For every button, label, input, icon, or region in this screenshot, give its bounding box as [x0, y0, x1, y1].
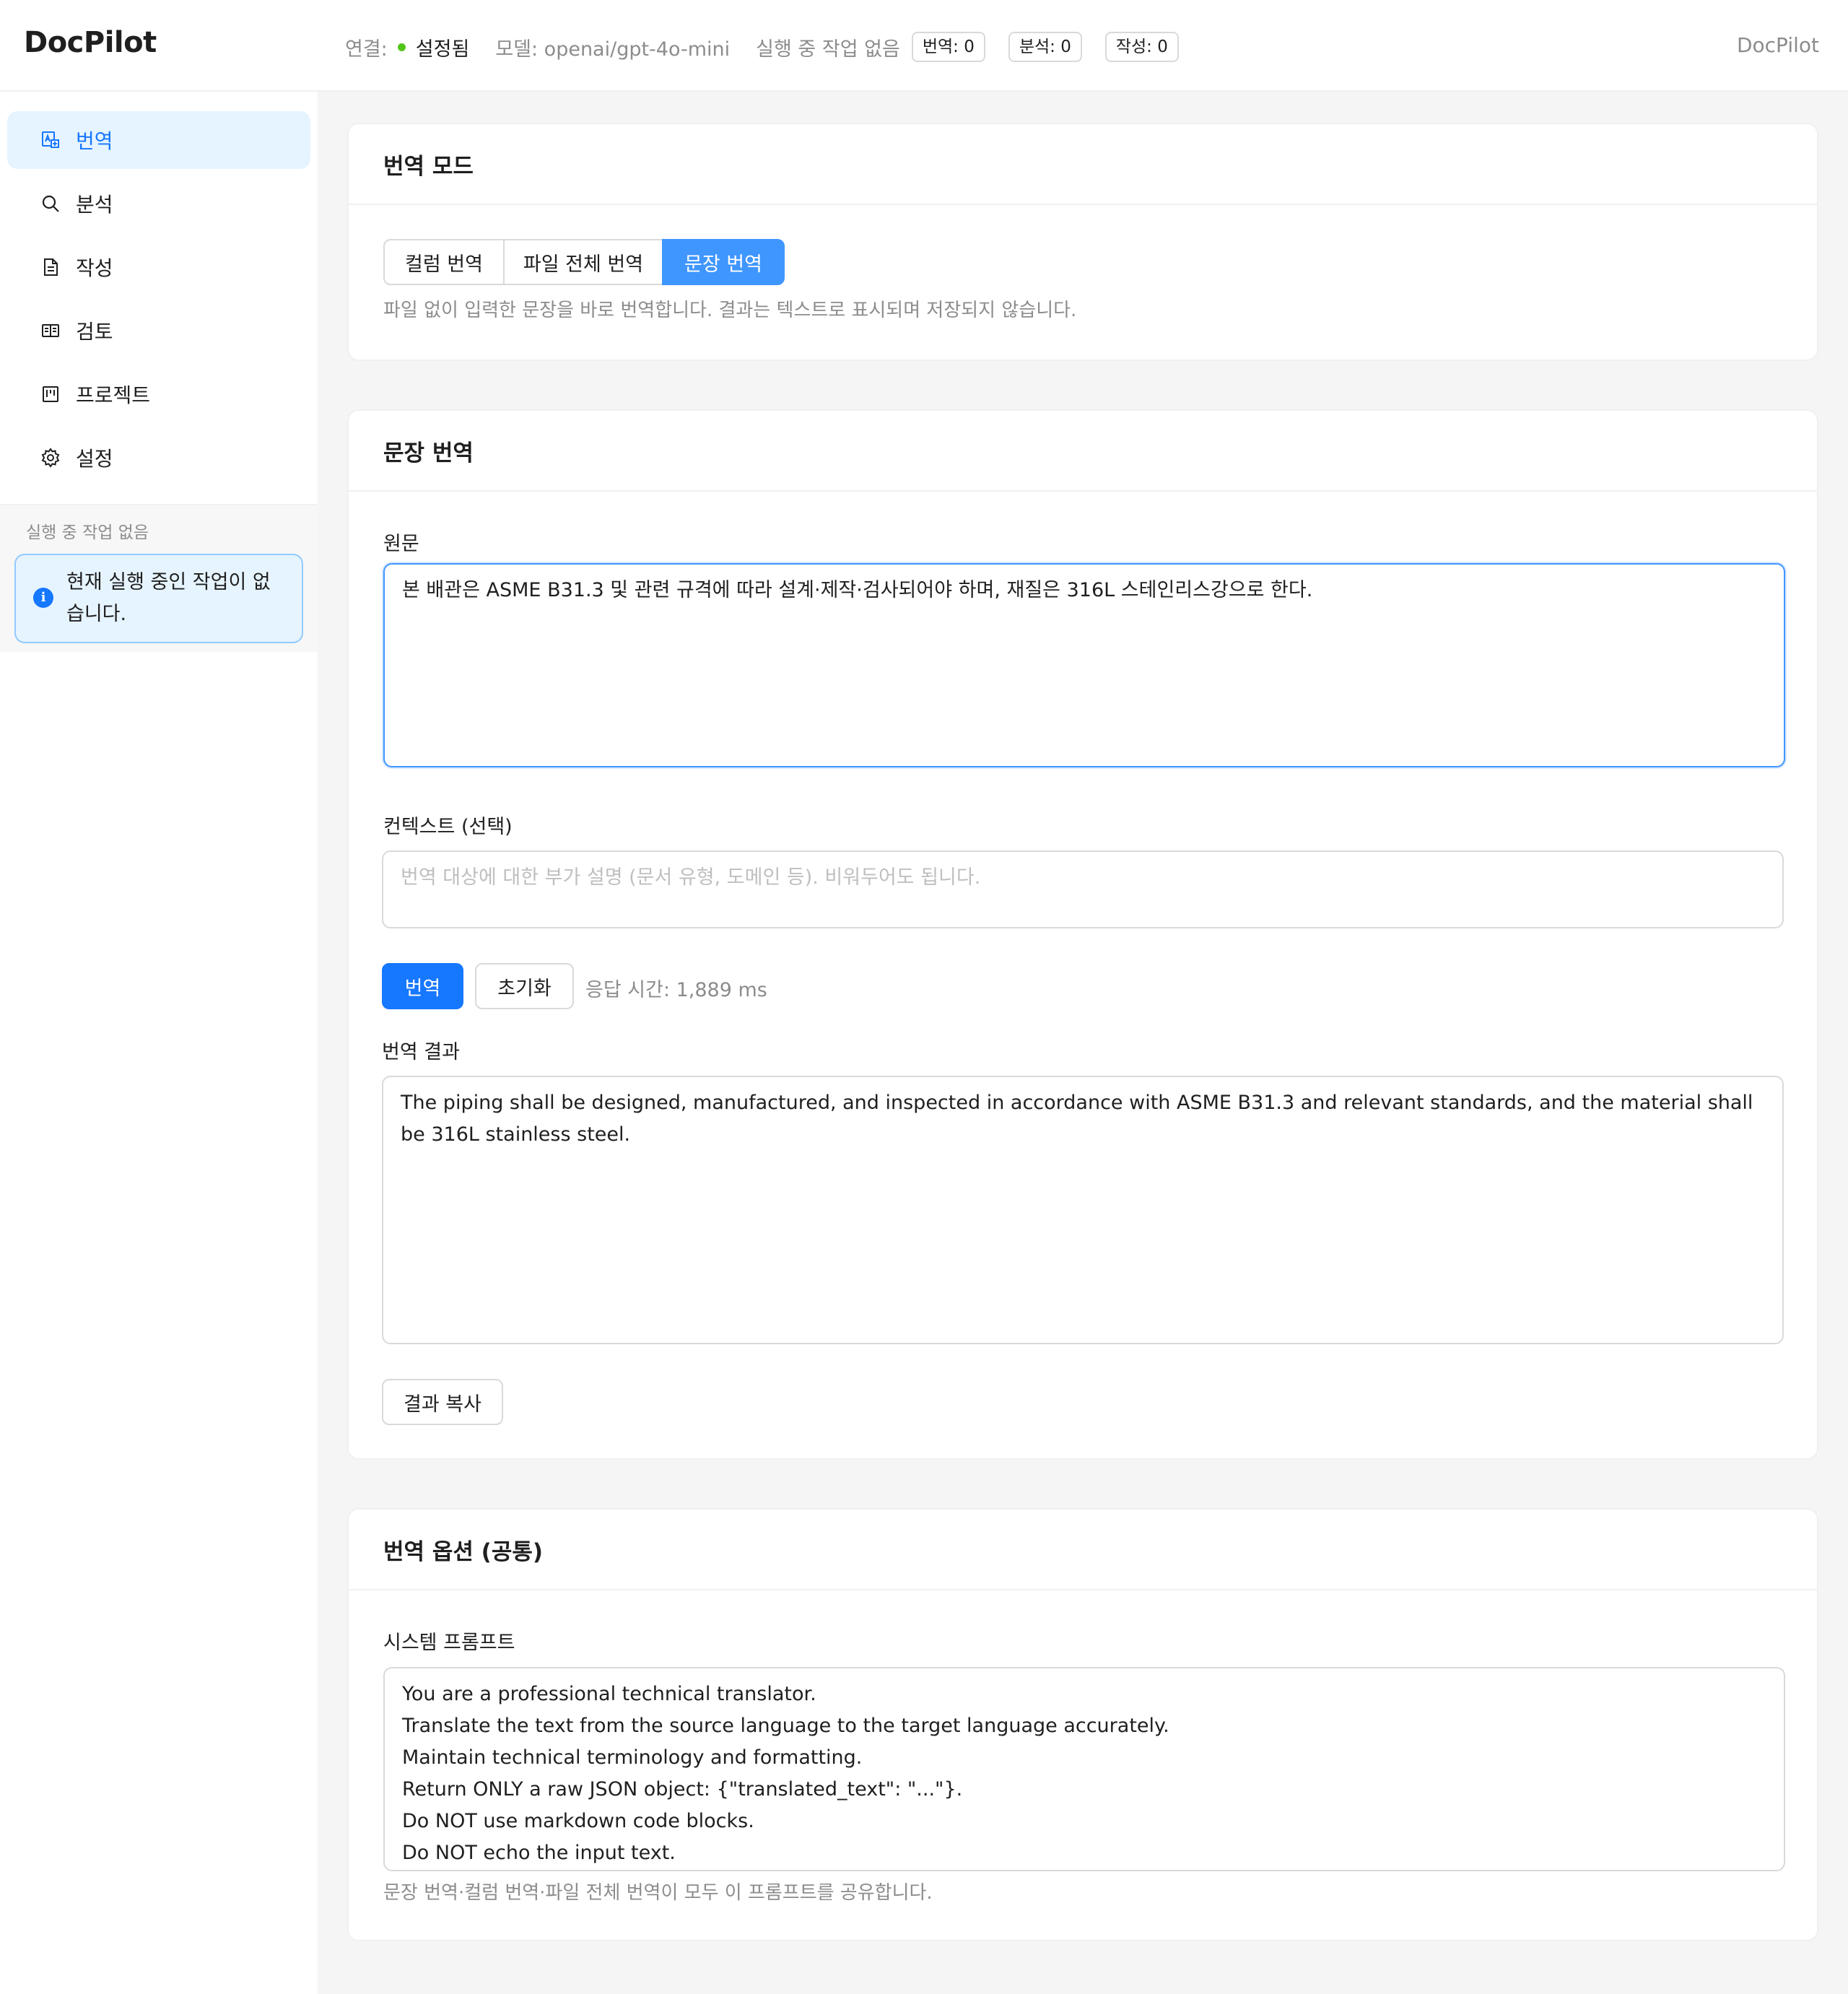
- translate-count-tag: 번역: 0: [911, 32, 985, 62]
- connection-label: 연결:: [345, 38, 388, 61]
- app-header: DocPilot 연결: 설정됨 모델: openai/gpt-4o-mini …: [0, 0, 1848, 92]
- mode-hint: 파일 없이 입력한 문장을 바로 번역합니다. 결과는 텍스트로 표시되며 저장…: [383, 300, 1077, 321]
- no-running-jobs-alert: i 현재 실행 중인 작업이 없습니다.: [14, 554, 303, 643]
- sidebar-item-write[interactable]: 작성: [7, 238, 310, 296]
- sidebar-item-review[interactable]: 검토: [7, 302, 310, 360]
- sidebar-status-panel: 실행 중 작업 없음 i 현재 실행 중인 작업이 없습니다.: [0, 504, 318, 652]
- source-label: 원문: [383, 533, 419, 555]
- sidebar-item-label: 프로젝트: [76, 383, 151, 407]
- sidebar-item-analyze[interactable]: 분석: [7, 175, 310, 232]
- context-label: 컨텍스트 (선택): [383, 816, 513, 838]
- translation-mode-segmented: 컬럼 번역 파일 전체 번역 문장 번역: [383, 239, 785, 285]
- result-textarea[interactable]: The piping shall be designed, manufactur…: [382, 1076, 1784, 1344]
- sidebar-item-project[interactable]: 프로젝트: [7, 365, 310, 423]
- system-prompt-label: 시스템 프롬프트: [383, 1632, 515, 1654]
- sidebar-item-label: 번역: [76, 129, 113, 153]
- alert-text: 현재 실행 중인 작업이 없습니다.: [66, 571, 271, 625]
- sidebar-item-label: 작성: [76, 256, 113, 280]
- system-prompt-hint: 문장 번역·컬럼 번역·파일 전체 번역이 모두 이 프롬프트를 공유합니다.: [383, 1882, 933, 1904]
- analyze-count-tag: 분석: 0: [1008, 32, 1082, 62]
- response-time: 응답 시간: 1,889 ms: [585, 979, 767, 1001]
- file-icon: [40, 256, 61, 278]
- header-right-title: DocPilot: [1736, 33, 1819, 57]
- translation-mode-card: 번역 모드 컬럼 번역 파일 전체 번역 문장 번역 파일 없이 입력한 문장을…: [347, 123, 1818, 361]
- translate-icon: [40, 129, 61, 151]
- translate-button[interactable]: 번역: [382, 963, 463, 1009]
- sidebar-item-label: 분석: [76, 193, 113, 217]
- sidebar-item-translate[interactable]: 번역: [7, 111, 310, 169]
- search-icon: [40, 193, 61, 214]
- copy-result-button[interactable]: 결과 복사: [382, 1379, 503, 1425]
- status-bar: 연결: 설정됨 모델: openai/gpt-4o-mini 실행 중 작업 없…: [345, 32, 1202, 62]
- segment-column-translate[interactable]: 컬럼 번역: [383, 239, 505, 285]
- model-label: 모델: openai/gpt-4o-mini: [495, 38, 731, 61]
- segment-file-translate[interactable]: 파일 전체 번역: [503, 239, 663, 285]
- context-textarea[interactable]: 번역 대상에 대한 부가 설명 (문서 유형, 도메인 등). 비워두어도 됩니…: [382, 850, 1784, 928]
- running-jobs-label: 실행 중 작업 없음: [756, 38, 900, 61]
- sidebar-item-label: 설정: [76, 447, 113, 471]
- sidebar-status-label: 실행 중 작업 없음: [26, 523, 149, 542]
- sidebar-item-label: 검토: [76, 320, 113, 344]
- connection-status-dot-icon: [397, 43, 406, 51]
- sidebar: 번역 분석 작성 검토 프로젝트 설정 실행 중 작업 없음 i 현재 실행 중…: [0, 92, 318, 1994]
- write-count-tag: 작성: 0: [1104, 32, 1179, 62]
- info-icon: i: [33, 588, 53, 608]
- card-title: 번역 모드: [349, 124, 1817, 205]
- sidebar-nav: 번역 분석 작성 검토 프로젝트 설정: [0, 92, 318, 487]
- gear-icon: [40, 447, 61, 469]
- system-prompt-textarea[interactable]: You are a professional technical transla…: [383, 1667, 1785, 1871]
- card-title: 문장 번역: [349, 411, 1817, 492]
- book-icon: [40, 320, 61, 341]
- result-label: 번역 결과: [382, 1041, 460, 1063]
- reset-button[interactable]: 초기화: [475, 963, 574, 1009]
- sidebar-item-settings[interactable]: 설정: [7, 429, 310, 487]
- connection-value: 설정됨: [415, 38, 470, 61]
- card-title: 번역 옵션 (공통): [349, 1510, 1817, 1590]
- project-icon: [40, 383, 61, 405]
- translation-options-card: 번역 옵션 (공통) 시스템 프롬프트 You are a profession…: [347, 1508, 1818, 1941]
- source-textarea[interactable]: 본 배관은 ASME B31.3 및 관련 규격에 따라 설계·제작·검사되어야…: [383, 563, 1785, 767]
- segment-sentence-translate[interactable]: 문장 번역: [662, 239, 785, 285]
- app-logo[interactable]: DocPilot: [24, 26, 157, 59]
